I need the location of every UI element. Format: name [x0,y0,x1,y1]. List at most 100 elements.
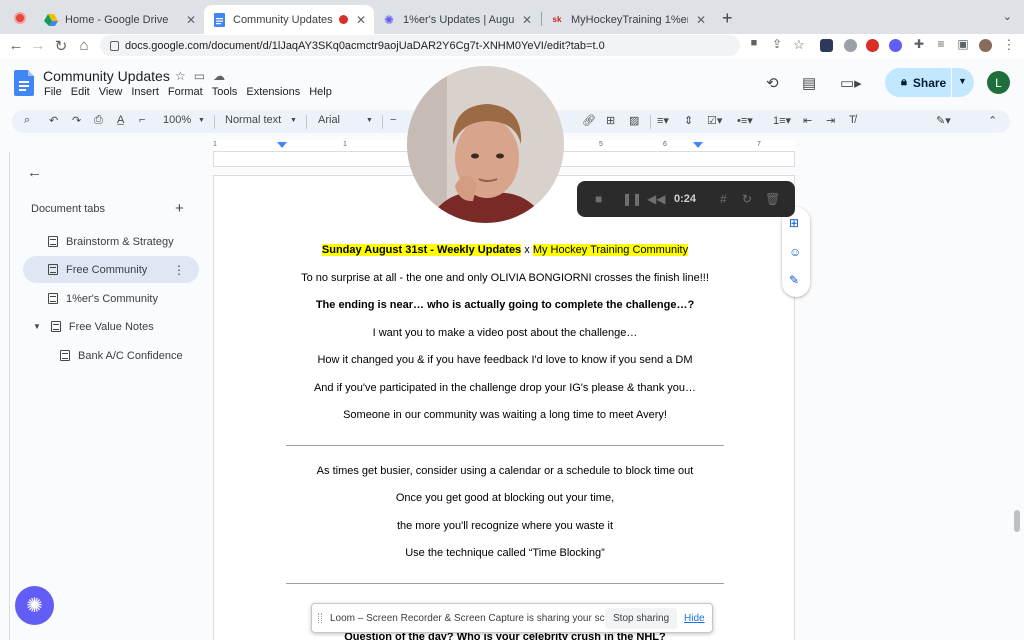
docs-logo-icon[interactable] [14,70,34,96]
document-scrollbar[interactable] [1014,510,1020,532]
sidebar-item-bank-ac-confidence[interactable]: Bank A/C Confidence [60,342,208,369]
camera-in-use-icon[interactable]: ■ [745,37,763,49]
stop-sharing-button[interactable]: Stop sharing [605,608,678,629]
document-title[interactable]: Community Updates [43,68,170,84]
hide-link[interactable]: Hide [684,613,705,624]
insert-image-icon[interactable]: ▨ [629,114,639,127]
collapse-toolbar-icon[interactable]: ⌃ [988,114,997,127]
reload-icon[interactable]: ↻ [52,37,70,55]
share-button[interactable]: 🔒︎ Share ▼ [885,68,974,97]
close-tab-icon[interactable]: ✕ [696,13,706,27]
loom-camera-bubble[interactable] [407,66,564,223]
drag-handle-icon[interactable] [318,613,322,623]
close-tab-icon[interactable]: ✕ [522,13,532,27]
close-tab-icon[interactable]: ✕ [186,13,196,27]
extensions-puzzle-icon[interactable]: ✚ [910,37,928,51]
line-spacing-icon[interactable]: ⇕ [684,114,693,127]
indent-marker-icon[interactable] [277,142,287,148]
move-folder-icon[interactable]: ▭ [194,69,213,83]
redo-icon[interactable]: ↷ [72,114,81,127]
add-emoji-reaction-icon[interactable]: ☺ [789,245,801,259]
profile-avatar[interactable] [979,39,992,52]
home-icon[interactable]: ⌂ [75,37,93,54]
zoom-select[interactable]: 100% [163,114,191,126]
sidebar-item-1ers-community[interactable]: 1%er's Community [48,285,208,312]
close-sidebar-arrow-icon[interactable]: ← [27,164,42,181]
paint-format-icon[interactable]: ⌐ [139,114,145,126]
browser-tab-updates[interactable]: ✺ 1%er's Updates | August 31st 2 ✕ [374,5,540,34]
more-options-icon[interactable]: ⋮ [173,263,185,277]
bookmark-star-icon[interactable]: ☆ [790,37,808,53]
account-avatar[interactable]: L [987,71,1010,94]
align-icon[interactable]: ≡▾ [657,114,669,127]
new-tab-button[interactable]: + [722,8,733,29]
font-dropdown-icon[interactable]: ▼ [366,117,373,124]
clear-formatting-icon[interactable]: T̸ [849,114,856,126]
comments-icon[interactable]: ▤ [802,74,816,92]
rewind-icon[interactable]: ◀◀ [647,192,665,206]
browser-tab-drive[interactable]: Home - Google Drive ✕ [36,5,204,34]
increase-indent-icon[interactable]: ⇥ [826,114,835,127]
add-tab-icon[interactable]: + [175,200,184,217]
address-bar[interactable]: docs.google.com/document/d/1lJaqAY3SKq0a… [100,35,740,56]
tab-search-chevron-icon[interactable]: ⌄ [1003,10,1012,23]
sidebar-item-brainstorm[interactable]: Brainstorm & Strategy [48,228,208,255]
share-page-icon[interactable]: ⇪ [768,37,786,51]
document-page[interactable]: Sunday August 31st - Weekly Updates x My… [213,175,795,640]
meet-camera-icon[interactable]: ▭▸ [840,74,862,92]
style-dropdown-icon[interactable]: ▼ [290,117,297,124]
loom-launcher-button[interactable]: ✺ [15,586,54,625]
add-comment-icon[interactable]: ⊞ [789,216,799,230]
menu-insert[interactable]: Insert [131,86,159,98]
decrease-indent-icon[interactable]: ⇤ [803,114,812,127]
extension-shield-icon[interactable] [844,39,857,52]
menu-format[interactable]: Format [168,86,203,98]
insert-link-icon[interactable]: 🔗︎ [582,114,596,127]
browser-menu-icon[interactable]: ⋮ [1000,37,1018,53]
drawing-grid-icon[interactable]: # [720,192,727,206]
editing-mode-pencil-icon[interactable]: ✎▾ [936,114,951,127]
add-comment-icon[interactable]: ⊞ [606,114,615,127]
menu-help[interactable]: Help [309,86,332,98]
star-icon[interactable]: ☆ [175,69,194,83]
font-select[interactable]: Arial [318,114,340,126]
menu-extensions[interactable]: Extensions [246,86,300,98]
forward-arrow-icon[interactable]: → [29,37,47,54]
back-arrow-icon[interactable]: ← [7,37,25,54]
sidebar-item-free-community[interactable]: Free Community ⋮ [23,256,199,283]
stop-recording-icon[interactable]: ■ [595,192,602,206]
print-icon[interactable]: ⎙ [94,114,103,127]
menu-tools[interactable]: Tools [212,86,238,98]
menu-view[interactable]: View [99,86,123,98]
numbered-list-icon[interactable]: 1≡▾ [773,114,791,127]
menu-edit[interactable]: Edit [71,86,90,98]
search-menus-icon[interactable]: ⌕ [24,114,30,127]
right-indent-marker-icon[interactable] [693,142,703,148]
cloud-saved-icon[interactable]: ☁ [213,69,233,83]
bulleted-list-icon[interactable]: •≡▾ [737,114,753,127]
browser-tab-myhockeytraining[interactable]: sk MyHockeyTraining 1%er's ✕ [542,5,714,34]
menu-file[interactable]: File [44,86,62,98]
media-controls-icon[interactable]: ≡ [932,37,950,51]
spellcheck-icon[interactable]: A̲ [117,114,124,126]
zoom-dropdown-icon[interactable]: ▼ [198,117,205,124]
delete-recording-icon[interactable]: 🗑︎ [765,192,780,206]
style-select[interactable]: Normal text [225,114,281,126]
collapse-triangle-icon[interactable]: ▼ [33,322,41,331]
suggest-edits-icon[interactable]: ✎ [789,273,799,287]
site-info-icon[interactable] [110,40,119,51]
side-panel-icon[interactable]: ▣ [954,37,972,51]
loom-extension-icon[interactable] [889,39,902,52]
pause-icon[interactable]: ❚❚ [622,192,642,206]
undo-icon[interactable]: ↶ [49,114,58,127]
version-history-icon[interactable]: ⟲ [766,74,779,92]
adblock-icon[interactable] [866,39,879,52]
share-dropdown-icon[interactable]: ▼ [958,76,967,86]
restart-icon[interactable]: ↻ [742,192,752,206]
extension-icon[interactable] [820,39,833,52]
decrease-font-size-icon[interactable]: − [390,114,396,126]
checklist-icon[interactable]: ☑▾ [707,114,722,127]
sidebar-item-free-value-notes[interactable]: ▼ Free Value Notes [33,313,208,340]
vertical-ruler[interactable] [0,152,10,640]
browser-tab-docs[interactable]: Community Updates - Goo ✕ [204,5,374,34]
